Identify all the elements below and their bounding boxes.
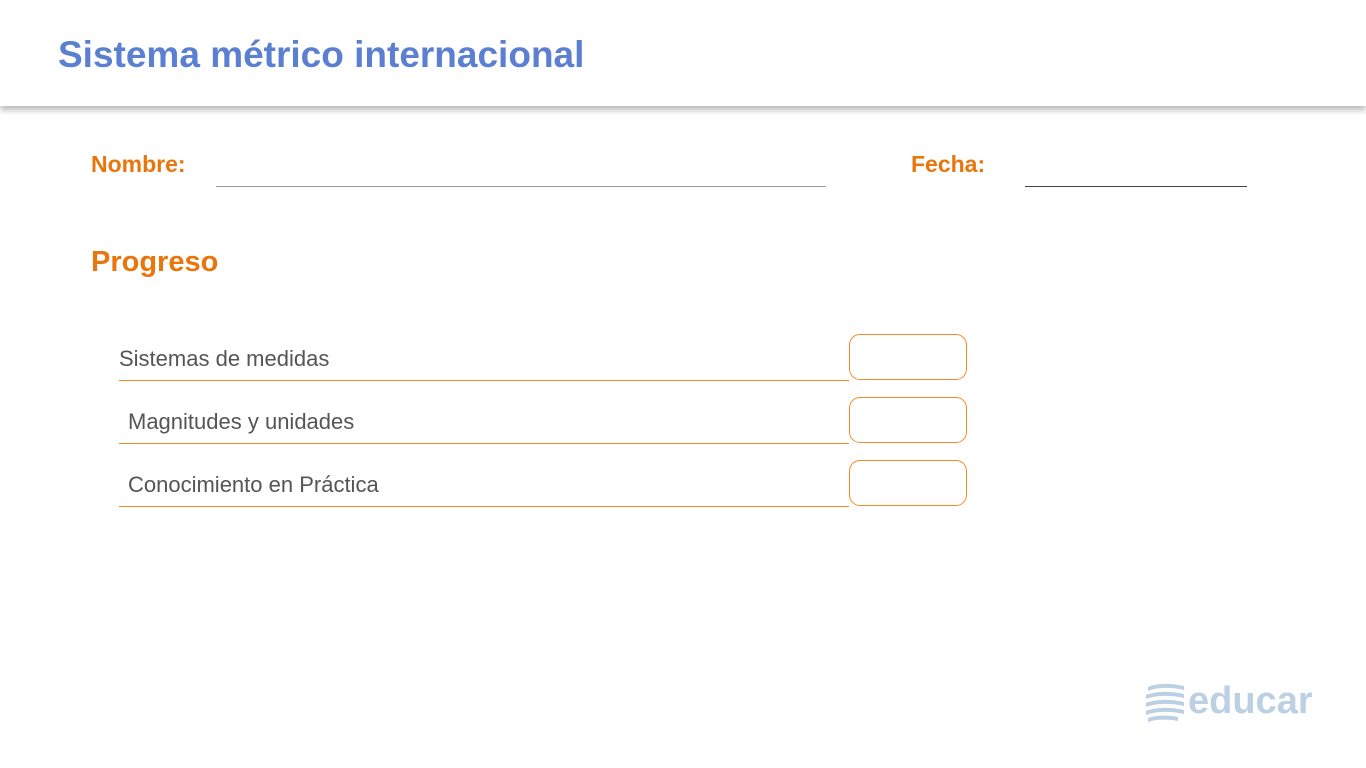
progress-row-underline	[119, 443, 849, 444]
progress-score-box[interactable]	[849, 460, 967, 506]
page-title: Sistema métrico internacional	[58, 34, 585, 75]
progress-row-label: Magnitudes y unidades	[128, 409, 355, 434]
worksheet-page: Sistema métrico internacional Nombre: Fe…	[0, 0, 1366, 768]
progress-score-box[interactable]	[849, 334, 967, 380]
progress-row-underline	[119, 506, 849, 507]
logo-text: educar	[1188, 680, 1313, 722]
progress-row: Sistemas de medidas	[119, 334, 969, 382]
header-bar: Sistema métrico internacional	[0, 0, 1366, 106]
progress-row-label: Sistemas de medidas	[119, 346, 330, 371]
educar-logo: educar	[1144, 680, 1313, 724]
progress-row: Conocimiento en Práctica	[119, 460, 969, 508]
progress-row-label: Conocimiento en Práctica	[128, 472, 379, 497]
date-field[interactable]	[1025, 186, 1247, 187]
progress-row: Magnitudes y unidades	[119, 397, 969, 445]
name-field[interactable]	[216, 186, 826, 187]
progress-score-box[interactable]	[849, 397, 967, 443]
progress-title: Progreso	[91, 246, 219, 278]
name-label: Nombre:	[91, 151, 186, 177]
stacked-pages-icon	[1144, 682, 1188, 722]
progress-row-underline	[119, 380, 849, 381]
date-label: Fecha:	[911, 151, 986, 177]
